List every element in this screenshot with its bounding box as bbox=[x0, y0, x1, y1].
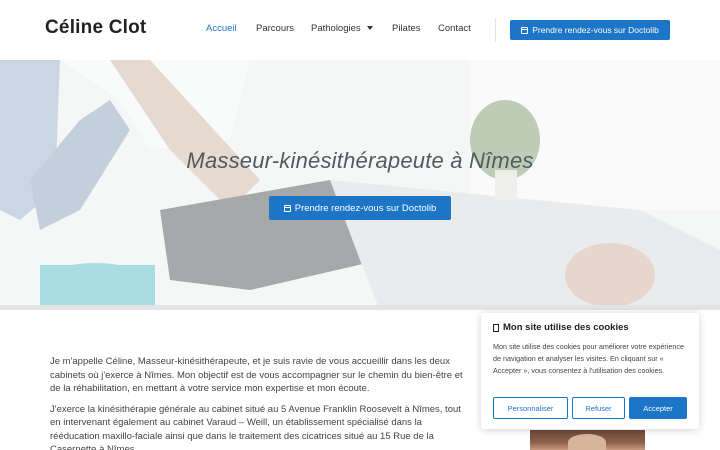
cookie-actions: Personnaliser Refuser Accepter bbox=[493, 397, 687, 419]
cookie-accept-button[interactable]: Accepter bbox=[629, 397, 687, 419]
hero-doctolib-button[interactable]: Prendre rendez-vous sur Doctolib bbox=[269, 196, 451, 220]
nav-item-pilates[interactable]: Pilates bbox=[392, 23, 421, 34]
cookie-icon bbox=[493, 323, 499, 332]
cookie-banner: Mon site utilise des cookies Mon site ut… bbox=[481, 313, 699, 429]
site-header: Céline Clot Accueil Parcours Pathologies… bbox=[0, 0, 720, 60]
hero-overlay bbox=[0, 60, 720, 310]
intro-text: Je m'appelle Céline, Masseur-kinésithéra… bbox=[50, 355, 470, 450]
cookie-refuse-button[interactable]: Refuser bbox=[572, 397, 625, 419]
nav-item-pathologies-label: Pathologies bbox=[311, 23, 361, 34]
header-doctolib-label: Prendre rendez-vous sur Doctolib bbox=[532, 25, 659, 35]
nav-divider bbox=[495, 18, 496, 42]
cookie-settings-button[interactable]: Personnaliser bbox=[493, 397, 568, 419]
cookie-title: Mon site utilise des cookies bbox=[493, 322, 687, 333]
site-logo[interactable]: Céline Clot bbox=[45, 17, 146, 39]
cookie-title-text: Mon site utilise des cookies bbox=[503, 322, 629, 333]
intro-paragraph: Je m'appelle Céline, Masseur-kinésithéra… bbox=[50, 356, 463, 394]
hero-title: Masseur-kinésithérapeute à Nîmes bbox=[186, 148, 534, 173]
cookie-description: Mon site utilise des cookies pour amélio… bbox=[493, 342, 684, 375]
nav-item-accueil[interactable]: Accueil bbox=[206, 23, 237, 34]
chevron-down-icon bbox=[366, 26, 373, 31]
hero-banner: Masseur-kinésithérapeute à Nîmes Prendre… bbox=[0, 60, 720, 310]
nav-item-contact[interactable]: Contact bbox=[438, 23, 471, 34]
intro-paragraph: J'exerce la kinésithérapie générale au c… bbox=[50, 403, 461, 450]
hero-doctolib-label: Prendre rendez-vous sur Doctolib bbox=[294, 202, 437, 214]
nav-item-parcours[interactable]: Parcours bbox=[256, 23, 294, 34]
calendar-check-icon bbox=[521, 26, 529, 34]
header-doctolib-button[interactable]: Prendre rendez-vous sur Doctolib bbox=[510, 20, 670, 40]
portrait-photo bbox=[530, 430, 645, 450]
nav-item-pathologies[interactable]: Pathologies bbox=[311, 23, 373, 34]
calendar-check-icon bbox=[283, 204, 291, 212]
